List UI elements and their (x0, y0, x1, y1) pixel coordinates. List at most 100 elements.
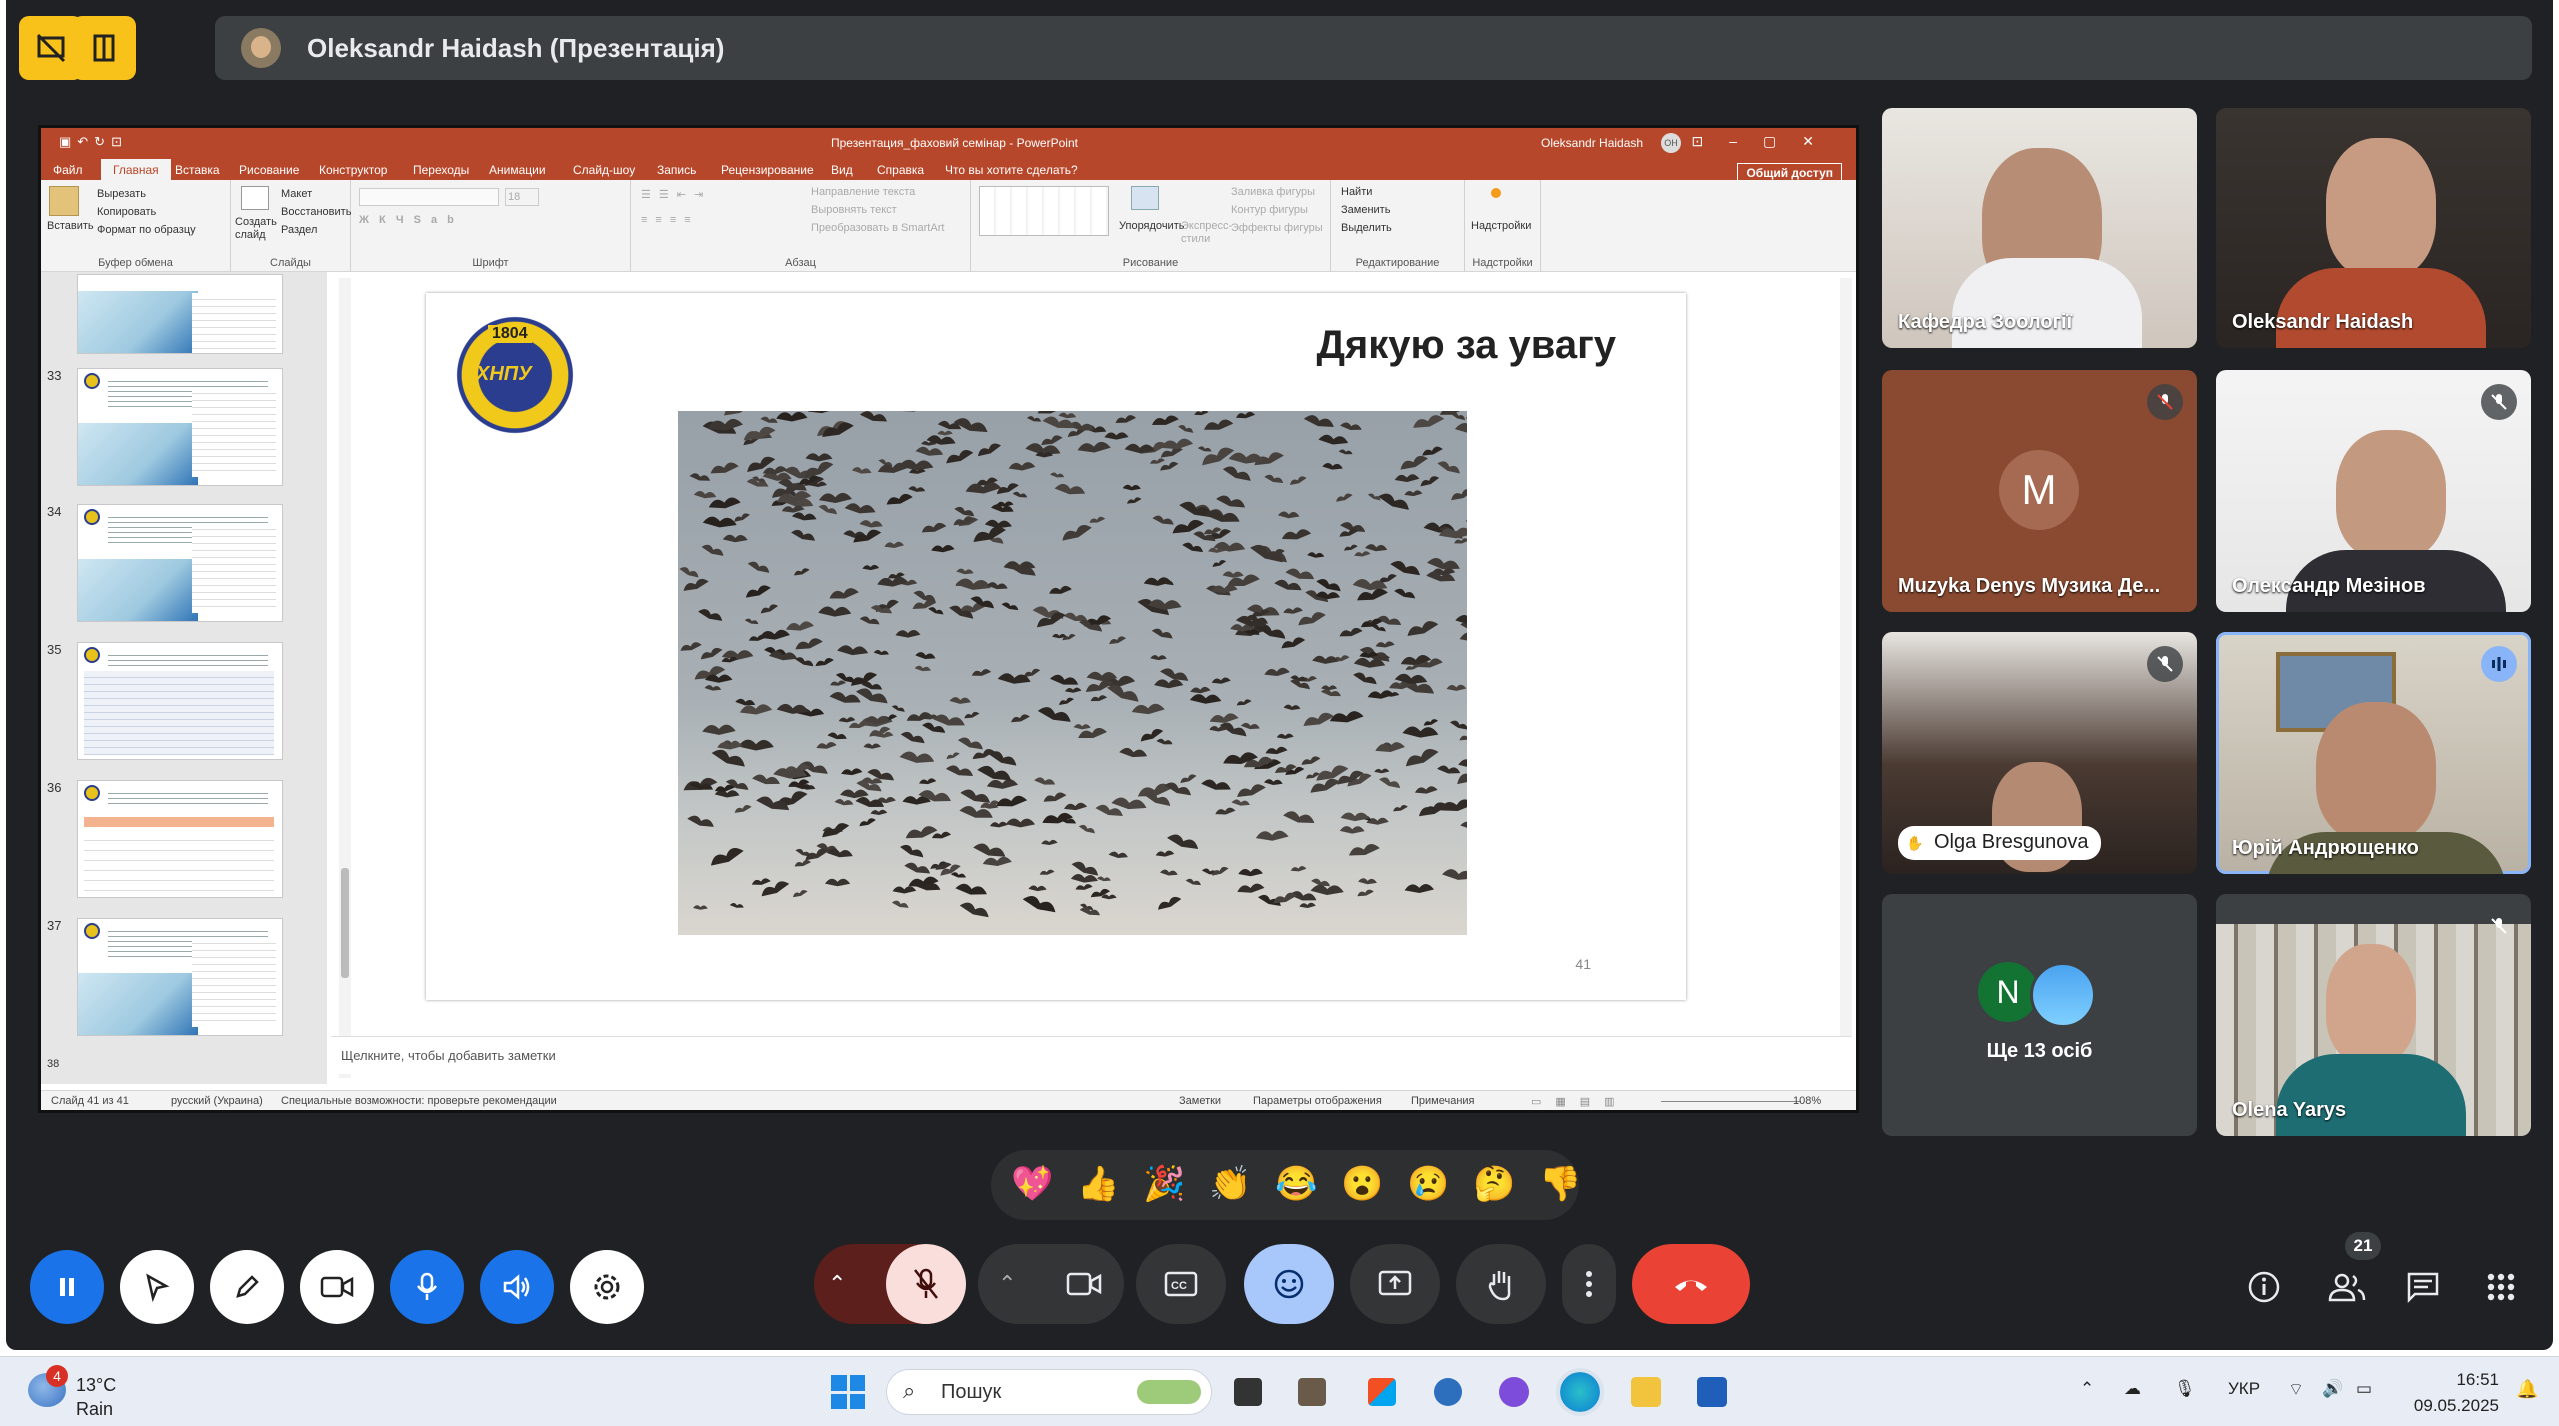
tab-insert[interactable]: Вставка (175, 163, 220, 177)
participant-tile[interactable]: M Muzyka Denys Музика Де... (1882, 370, 2197, 612)
pause-button[interactable] (30, 1250, 104, 1324)
mic-tool-button[interactable] (390, 1250, 464, 1324)
quick-styles-button[interactable]: Экспресс-стили (1181, 220, 1232, 246)
shape-outline-button[interactable]: Контур фигуры (1231, 204, 1308, 216)
paste-icon[interactable] (49, 186, 79, 216)
section-button[interactable]: Раздел (281, 224, 317, 236)
list-icons[interactable]: ☰☰⇤⇥ (641, 188, 711, 201)
language-status[interactable]: русский (Украина) (171, 1095, 263, 1107)
font-format-icons[interactable]: ЖКЧSab (359, 214, 464, 226)
pin-presentation-icon[interactable] (72, 16, 136, 80)
participant-tile[interactable]: Олександр Мезінов (2216, 370, 2531, 612)
tab-review[interactable]: Рецензирование (721, 163, 814, 177)
edge-browser-icon[interactable] (1556, 1368, 1604, 1416)
notes-toggle[interactable]: Заметки (1179, 1095, 1221, 1107)
zoom-level[interactable]: 108% (1793, 1095, 1821, 1107)
participant-tile[interactable]: Юрій Андрющенко (2216, 632, 2531, 874)
find-button[interactable]: Найти (1341, 186, 1372, 198)
chat-icon[interactable] (2398, 1262, 2448, 1312)
shape-fill-button[interactable]: Заливка фигуры (1231, 186, 1315, 198)
smartart-button[interactable]: Преобразовать в SmartArt (811, 222, 944, 234)
word-icon[interactable] (1697, 1377, 1727, 1407)
shapes-gallery[interactable] (979, 186, 1109, 236)
slide-thumbnail[interactable] (77, 504, 283, 622)
addins-icon[interactable] (1491, 188, 1501, 198)
select-button[interactable]: Выделить (1341, 222, 1392, 234)
copy-button[interactable]: Копировать (97, 206, 156, 218)
font-size-field[interactable]: 18 (505, 188, 539, 206)
slide-thumbnail[interactable] (77, 274, 283, 354)
tab-animations[interactable]: Анимации (489, 163, 546, 177)
tell-me-search[interactable]: Что вы хотите сделать? (945, 163, 1078, 177)
quick-access-icon[interactable]: ▣↶↻⊡ (59, 134, 128, 150)
align-icons[interactable]: ≡≡≡≡ (641, 214, 699, 226)
captions-button[interactable]: CC (1136, 1244, 1226, 1324)
reaction-laugh[interactable]: 😂 (1275, 1164, 1317, 1204)
tab-slideshow[interactable]: Слайд-шоу (573, 163, 635, 177)
slide-thumbnail[interactable] (77, 368, 283, 486)
reaction-party[interactable]: 🎉 (1143, 1164, 1185, 1204)
tab-record[interactable]: Запись (657, 163, 696, 177)
pen-tool-button[interactable] (210, 1250, 284, 1324)
arrange-button[interactable]: Упорядочить (1119, 220, 1184, 232)
file-explorer-icon[interactable] (1631, 1377, 1661, 1407)
chevron-up-icon[interactable]: ⌃ (828, 1271, 846, 1297)
tab-home[interactable]: Главная (101, 159, 171, 180)
more-participants-tile[interactable]: N Ще 13 осіб (1882, 894, 2197, 1136)
align-text-button[interactable]: Выровнять текст (811, 204, 897, 216)
activities-icon[interactable] (2476, 1262, 2526, 1312)
layout-button[interactable]: Макет (281, 188, 312, 200)
comments-toggle[interactable]: Примечания (1411, 1095, 1475, 1107)
camera-tool-button[interactable] (300, 1250, 374, 1324)
view-buttons-icon[interactable]: ▭▦▤▥ (1531, 1095, 1629, 1108)
meeting-info-icon[interactable] (2239, 1262, 2289, 1312)
speaker-tool-button[interactable] (480, 1250, 554, 1324)
wifi-icon[interactable]: ⌔ (2288, 1379, 2304, 1400)
participant-tile[interactable]: Olena Yarys (2216, 894, 2531, 1136)
people-icon[interactable] (2322, 1262, 2372, 1312)
slide-thumbnail[interactable] (77, 642, 283, 760)
microphone-button[interactable] (886, 1244, 966, 1324)
tab-design[interactable]: Конструктор (319, 163, 387, 177)
slide-scrollbar[interactable] (1840, 278, 1852, 1038)
battery-icon[interactable]: ▭ (2356, 1379, 2372, 1399)
new-slide-button[interactable]: Создать слайд (235, 216, 277, 242)
pointer-tool-button[interactable] (120, 1250, 194, 1324)
raise-hand-button[interactable] (1456, 1244, 1546, 1324)
accessibility-status[interactable]: Специальные возможности: проверьте реком… (281, 1095, 557, 1107)
r-studio-icon[interactable] (1434, 1378, 1462, 1406)
reaction-surprised[interactable]: 😮 (1341, 1164, 1383, 1204)
reset-button[interactable]: Восстановить (281, 206, 351, 218)
tab-help[interactable]: Справка (877, 163, 924, 177)
participant-tile[interactable]: ✋ Olga Bresgunova (1882, 632, 2197, 874)
format-painter-button[interactable]: Формат по образцу (97, 224, 196, 236)
reaction-thinking[interactable]: 🤔 (1473, 1164, 1515, 1204)
store-icon[interactable] (1368, 1378, 1396, 1406)
chevron-up-icon[interactable]: ⌃ (998, 1271, 1016, 1297)
reaction-heart[interactable]: 💖 (1011, 1164, 1053, 1204)
slide-thumbnail[interactable] (77, 918, 283, 1036)
end-call-button[interactable] (1632, 1244, 1750, 1324)
app-icon[interactable] (1298, 1378, 1326, 1406)
participant-tile[interactable]: Кафедра Зоології (1882, 108, 2197, 348)
arrange-icon[interactable] (1131, 186, 1159, 210)
settings-tool-button[interactable] (570, 1250, 644, 1324)
zoom-slider[interactable] (1661, 1101, 1801, 1102)
reaction-thumbs-up[interactable]: 👍 (1077, 1164, 1119, 1204)
onedrive-icon[interactable]: ☁ (2124, 1379, 2141, 1399)
font-family-field[interactable] (359, 188, 499, 206)
keyboard-language[interactable]: УКР (2228, 1379, 2260, 1399)
tab-file[interactable]: Файл (53, 163, 83, 177)
reaction-sad[interactable]: 😢 (1407, 1164, 1449, 1204)
new-slide-icon[interactable] (241, 186, 269, 210)
viber-icon[interactable] (1499, 1377, 1529, 1407)
reaction-clap[interactable]: 👏 (1209, 1164, 1251, 1204)
clock[interactable]: 16:51 09.05.2025 (2414, 1367, 2499, 1419)
volume-icon[interactable]: 🔊 (2322, 1379, 2343, 1399)
notifications-icon[interactable]: 🔔 (2516, 1379, 2538, 1400)
cut-button[interactable]: Вырезать (97, 188, 146, 200)
shape-effects-button[interactable]: Эффекты фигуры (1231, 222, 1323, 234)
text-direction-button[interactable]: Направление текста (811, 186, 915, 198)
microphone-tray-icon[interactable]: 🎙 (2174, 1379, 2196, 1399)
tab-transitions[interactable]: Переходы (413, 163, 469, 177)
